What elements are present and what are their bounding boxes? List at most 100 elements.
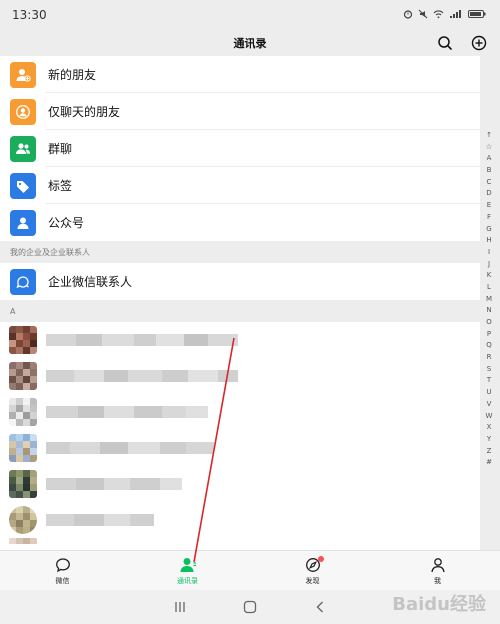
- index-letter[interactable]: V: [487, 399, 492, 411]
- index-letter[interactable]: S: [487, 364, 491, 376]
- contact-row[interactable]: [0, 322, 480, 358]
- func-label: 标签: [48, 179, 73, 193]
- contacts-icon: [179, 556, 197, 574]
- index-letter[interactable]: ☆: [486, 142, 492, 154]
- index-letter[interactable]: K: [487, 270, 492, 282]
- watermark-logo: Baidu经验: [392, 590, 486, 616]
- index-letter[interactable]: B: [487, 165, 492, 177]
- signal-icon: [449, 9, 463, 22]
- index-letter[interactable]: Q: [486, 340, 492, 352]
- wifi-icon: [433, 9, 444, 22]
- index-letter[interactable]: M: [486, 294, 492, 306]
- contact-row[interactable]: [0, 538, 480, 550]
- search-icon[interactable]: [434, 32, 456, 54]
- battery-icon: [468, 9, 486, 22]
- chat-bubble-icon: [54, 556, 72, 574]
- mute-icon: [418, 9, 428, 22]
- contact-name-blurred: [46, 514, 154, 526]
- index-letter[interactable]: D: [486, 188, 491, 200]
- func-item-official-accounts[interactable]: 公众号: [0, 204, 480, 241]
- enterprise-contact-icon: [10, 268, 36, 295]
- tab-label: 我: [434, 576, 441, 585]
- contact-name-blurred: [46, 370, 238, 382]
- contact-avatar: [9, 326, 37, 354]
- index-letter[interactable]: X: [487, 422, 492, 434]
- alarm-icon: [403, 9, 413, 22]
- contact-row[interactable]: [0, 466, 480, 502]
- contact-row[interactable]: [0, 430, 480, 466]
- func-item-enterprise-contacts[interactable]: 企业微信联系人: [0, 263, 480, 300]
- enterprise-section-header: 我的企业及企业联系人: [0, 241, 480, 263]
- contact-avatar: [9, 506, 37, 534]
- contact-row[interactable]: [0, 394, 480, 430]
- func-item-chat-only-friends[interactable]: 仅聊天的朋友: [0, 93, 480, 130]
- add-friend-icon: [10, 61, 36, 88]
- contact-avatar: [9, 434, 37, 462]
- watermark-text: Baidu经验: [392, 594, 486, 615]
- index-letter[interactable]: P: [487, 329, 491, 341]
- back-icon[interactable]: [310, 597, 330, 617]
- tab-label: 通讯录: [177, 576, 198, 585]
- status-icons: [403, 9, 486, 22]
- index-letter[interactable]: J: [488, 259, 490, 271]
- index-letter[interactable]: T: [487, 375, 491, 387]
- index-letter[interactable]: R: [487, 352, 492, 364]
- alphabet-index[interactable]: ↑ ☆ A B C D E F G H I J K L M N O P Q R …: [482, 130, 496, 469]
- tab-label: 发现: [305, 576, 320, 585]
- contact-row[interactable]: [0, 502, 480, 538]
- func-label: 新的朋友: [48, 68, 97, 82]
- index-letter[interactable]: ↑: [486, 130, 492, 142]
- page-title: 通讯录: [233, 37, 267, 50]
- contact-name-blurred: [46, 406, 208, 418]
- func-label: 仅聊天的朋友: [48, 105, 121, 119]
- tab-contacts[interactable]: 通讯录: [125, 551, 250, 590]
- bottom-tab-bar: 微信 通讯录 发现 我: [0, 550, 500, 590]
- index-letter[interactable]: C: [487, 177, 492, 189]
- tab-me[interactable]: 我: [375, 551, 500, 590]
- index-letter[interactable]: W: [486, 411, 493, 423]
- notification-dot: [317, 556, 324, 562]
- official-account-icon: [10, 209, 36, 236]
- index-letter[interactable]: N: [486, 305, 491, 317]
- recent-apps-icon[interactable]: [170, 597, 190, 617]
- contacts-section-header: A: [0, 300, 480, 322]
- index-letter[interactable]: O: [486, 317, 492, 329]
- index-letter[interactable]: G: [486, 224, 491, 236]
- home-icon[interactable]: [240, 597, 260, 617]
- func-label: 企业微信联系人: [48, 275, 133, 289]
- contact-avatar: [9, 398, 37, 426]
- title-bar: 通讯录: [0, 30, 500, 56]
- person-icon: [429, 556, 447, 574]
- func-label: 公众号: [48, 216, 85, 230]
- func-label: 群聊: [48, 142, 73, 156]
- index-letter[interactable]: Y: [487, 434, 491, 446]
- index-letter[interactable]: #: [486, 457, 492, 469]
- contact-name-blurred: [46, 478, 182, 490]
- contact-row[interactable]: [0, 358, 480, 394]
- index-letter[interactable]: L: [487, 282, 491, 294]
- index-letter[interactable]: E: [487, 200, 491, 212]
- index-letter[interactable]: Z: [487, 446, 492, 458]
- func-item-new-friends[interactable]: 新的朋友: [0, 56, 480, 93]
- contact-avatar: [9, 362, 37, 390]
- contact-list: 新的朋友 仅聊天的朋友 群聊 标签 公众号 我的企业及企业联系人 企业微信联系人…: [0, 56, 480, 550]
- index-letter[interactable]: F: [487, 212, 491, 224]
- contact-name-blurred: [46, 334, 238, 346]
- status-bar: 13:30: [0, 0, 500, 30]
- tab-discover[interactable]: 发现: [250, 551, 375, 590]
- status-time: 13:30: [12, 8, 47, 22]
- tab-label: 微信: [55, 576, 70, 585]
- contact-avatar: [9, 538, 37, 550]
- add-icon[interactable]: [468, 32, 490, 54]
- contact-avatar: [9, 470, 37, 498]
- chat-only-friend-icon: [10, 98, 36, 125]
- index-letter[interactable]: I: [488, 247, 490, 259]
- func-item-group-chat[interactable]: 群聊: [0, 130, 480, 167]
- index-letter[interactable]: U: [486, 387, 491, 399]
- index-letter[interactable]: A: [487, 153, 492, 165]
- tag-icon: [10, 172, 36, 199]
- index-letter[interactable]: H: [486, 235, 491, 247]
- func-item-tags[interactable]: 标签: [0, 167, 480, 204]
- tab-chats[interactable]: 微信: [0, 551, 125, 590]
- contact-name-blurred: [46, 442, 214, 454]
